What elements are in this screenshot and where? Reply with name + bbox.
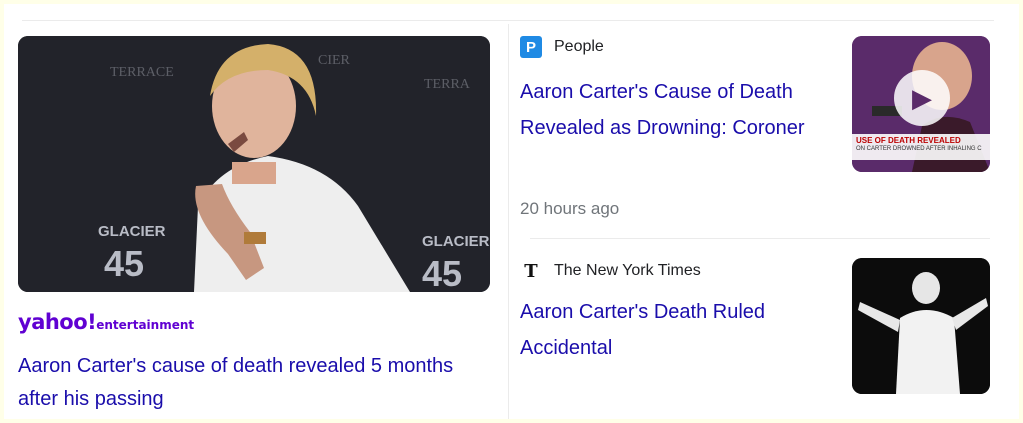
story-headline-link[interactable]: Aaron Carter's Death Ruled Accidental bbox=[520, 294, 820, 366]
nyt-source: T The New York Times bbox=[520, 260, 701, 282]
svg-text:CIER: CIER bbox=[318, 53, 351, 68]
column-divider bbox=[508, 24, 509, 419]
featured-headline-link[interactable]: Aaron Carter's cause of death revealed 5… bbox=[18, 350, 488, 416]
source-name: The New York Times bbox=[554, 262, 701, 279]
story-headline-link[interactable]: Aaron Carter's Cause of Death Revealed a… bbox=[520, 74, 820, 146]
video-thumbnail[interactable]: ▶ USE OF DEATH REVEALED ON CARTER DROWNE… bbox=[852, 36, 990, 172]
banner-glacier-left: GLACIER bbox=[98, 223, 166, 240]
svg-text:TERRACE: TERRACE bbox=[110, 65, 174, 80]
banner-45-right: 45 bbox=[422, 253, 462, 292]
top-divider bbox=[22, 20, 994, 21]
play-icon[interactable]: ▶ bbox=[894, 70, 950, 126]
yahoo-entertainment-logo: yahoo!entertainment bbox=[18, 310, 195, 334]
news-carousel-card: TERRACE TERRA CIER GLACIER 45 GLACIER 45… bbox=[4, 4, 1019, 419]
people-source: P People bbox=[520, 36, 604, 58]
nyt-logo-icon: T bbox=[524, 260, 538, 282]
banner-45-left: 45 bbox=[104, 243, 144, 284]
thumbnail-banner: USE OF DEATH REVEALED ON CARTER DROWNED … bbox=[852, 134, 990, 160]
banner-glacier-right: GLACIER bbox=[422, 233, 490, 250]
source-name: People bbox=[554, 38, 604, 55]
people-logo-icon: P bbox=[520, 36, 542, 58]
featured-story-image[interactable]: TERRACE TERRA CIER GLACIER 45 GLACIER 45 bbox=[18, 36, 490, 292]
story-divider bbox=[530, 238, 990, 239]
svg-text:TERRA: TERRA bbox=[424, 77, 471, 92]
story-timestamp: 20 hours ago bbox=[520, 199, 620, 218]
story-thumbnail[interactable] bbox=[852, 258, 990, 394]
